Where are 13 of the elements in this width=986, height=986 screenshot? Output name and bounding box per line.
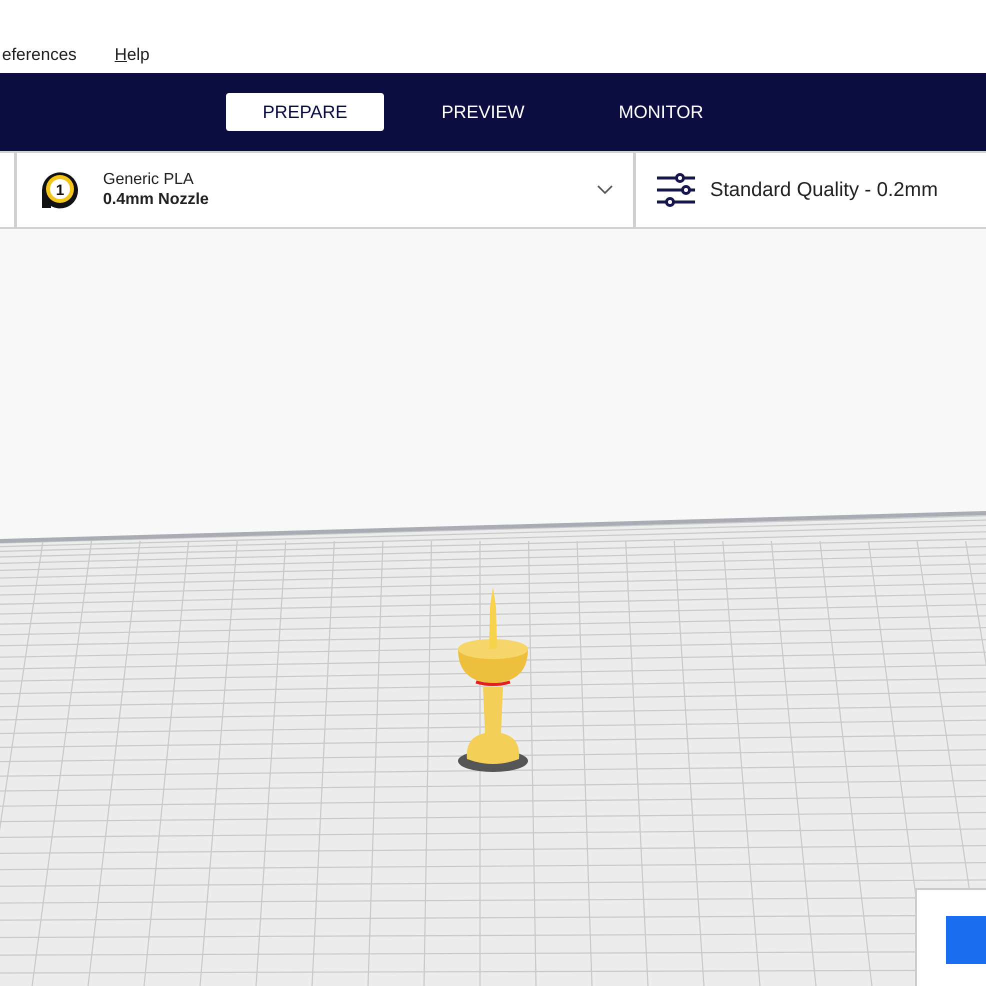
extruder-number: 1 (56, 182, 64, 199)
settings-sliders-icon (656, 173, 696, 207)
print-settings-selector[interactable]: Standard Quality - 0.2mm (636, 153, 986, 227)
stage-tab[interactable]: PREPARE (226, 93, 384, 131)
stage-tab[interactable]: MONITOR (582, 93, 740, 131)
material-name: Generic PLA (103, 171, 195, 189)
menu-item[interactable]: eferences (2, 45, 77, 65)
nozzle-size: 0.4mm Nozzle (103, 191, 210, 209)
profile-name: Standard Quality - 0.2mm (710, 178, 938, 202)
stage-tab[interactable]: PREVIEW (404, 93, 562, 131)
material-selector[interactable]: 1 Generic PLA 0.4mm Nozzle (17, 153, 633, 227)
menu-item[interactable]: Help (114, 45, 150, 65)
chevron-down-icon (597, 185, 613, 195)
